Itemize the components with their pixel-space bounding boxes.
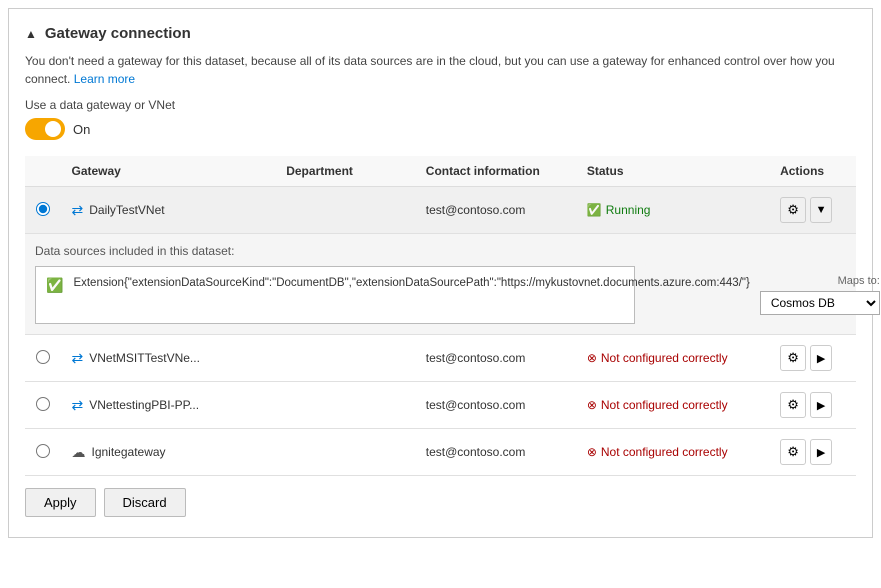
gear-button[interactable]: ⚙ xyxy=(780,439,806,465)
gateway-name-label: DailyTestVNet xyxy=(89,203,164,217)
expand-button[interactable]: ▶ xyxy=(810,392,832,418)
footer-actions: Apply Discard xyxy=(25,476,856,521)
datasource-box: ✅ Extension{"extensionDataSourceKind":"D… xyxy=(35,266,635,324)
col-department: Department xyxy=(276,156,416,187)
maps-to-label: Maps to: xyxy=(838,275,880,287)
department-cell xyxy=(276,429,416,476)
collapse-icon[interactable]: ▲ xyxy=(25,27,37,41)
col-contact: Contact information xyxy=(416,156,577,187)
col-actions: Actions xyxy=(770,156,856,187)
status-error: ⊗ Not configured correctly xyxy=(587,398,760,412)
status-cell: ✅ Running xyxy=(577,187,770,234)
table-row: ⇄ DailyTestVNet test@contoso.com ✅ Runni… xyxy=(25,187,856,234)
gateway-name-cell: ☁ Ignitegateway xyxy=(62,429,277,476)
error-icon: ⊗ xyxy=(587,351,597,365)
gateway-name-cell: ⇄ DailyTestVNet xyxy=(62,187,277,234)
error-icon: ⊗ xyxy=(587,445,597,459)
table-row: ⇄ VNetMSITTestVNe... test@contoso.com ⊗ … xyxy=(25,335,856,382)
actions-group: ⚙ ▶ xyxy=(780,439,846,465)
gear-button[interactable]: ⚙ xyxy=(780,392,806,418)
datasource-label: Data sources included in this dataset: xyxy=(35,244,846,258)
table-header-row: Gateway Department Contact information S… xyxy=(25,156,856,187)
status-cell: ⊗ Not configured correctly xyxy=(577,429,770,476)
datasource-text: Extension{"extensionDataSourceKind":"Doc… xyxy=(73,275,749,292)
table-row: ☁ Ignitegateway test@contoso.com ⊗ Not c… xyxy=(25,429,856,476)
actions-group: ⚙ ▼ xyxy=(780,197,846,223)
contact-cell: test@contoso.com xyxy=(416,429,577,476)
running-check-icon: ✅ xyxy=(587,203,602,217)
status-running: ✅ Running xyxy=(587,203,760,217)
ds-check-icon: ✅ xyxy=(46,277,63,294)
col-gateway: Gateway xyxy=(62,156,277,187)
gateway-name-label: Ignitegateway xyxy=(92,445,166,459)
contact-cell: test@contoso.com xyxy=(416,335,577,382)
maps-to-select[interactable]: Cosmos DB DocumentDB xyxy=(760,291,880,315)
vnet-icon: ⇄ xyxy=(72,350,84,367)
row-radio-cell[interactable] xyxy=(25,187,62,234)
actions-group: ⚙ ▶ xyxy=(780,345,846,371)
panel-description: You don't need a gateway for this datase… xyxy=(25,52,856,88)
col-status: Status xyxy=(577,156,770,187)
status-cell: ⊗ Not configured correctly xyxy=(577,382,770,429)
apply-button[interactable]: Apply xyxy=(25,488,96,517)
gateway-radio[interactable] xyxy=(36,444,50,458)
gear-button[interactable]: ⚙ xyxy=(780,345,806,371)
row-radio-cell[interactable] xyxy=(25,429,62,476)
toggle-row: On xyxy=(25,118,856,140)
toggle-thumb xyxy=(45,121,61,137)
gateway-name: ⇄ VNettestingPBI-PP... xyxy=(72,397,267,414)
gateway-name: ⇄ DailyTestVNet xyxy=(72,202,267,219)
row-radio-cell[interactable] xyxy=(25,382,62,429)
gateway-name-cell: ⇄ VNetMSITTestVNe... xyxy=(62,335,277,382)
actions-cell: ⚙ ▶ xyxy=(770,429,856,476)
gateway-radio[interactable] xyxy=(36,397,50,411)
status-error: ⊗ Not configured correctly xyxy=(587,351,760,365)
gateway-name: ☁ Ignitegateway xyxy=(72,444,267,461)
vnet-icon: ⇄ xyxy=(72,202,84,219)
gateway-toggle[interactable] xyxy=(25,118,65,140)
actions-group: ⚙ ▶ xyxy=(780,392,846,418)
col-select xyxy=(25,156,62,187)
status-cell: ⊗ Not configured correctly xyxy=(577,335,770,382)
gateway-radio[interactable] xyxy=(36,350,50,364)
gateway-name-label: VNettestingPBI-PP... xyxy=(89,398,199,412)
expand-button[interactable]: ▶ xyxy=(810,439,832,465)
gear-button[interactable]: ⚙ xyxy=(780,197,806,223)
department-cell xyxy=(276,382,416,429)
vnet-icon: ⇄ xyxy=(72,397,84,414)
gateway-connection-panel: ▲ Gateway connection You don't need a ga… xyxy=(8,8,873,538)
panel-title: Gateway connection xyxy=(45,25,191,42)
contact-cell: test@contoso.com xyxy=(416,382,577,429)
actions-cell: ⚙ ▼ xyxy=(770,187,856,234)
status-error: ⊗ Not configured correctly xyxy=(587,445,760,459)
expanded-content: Data sources included in this dataset: ✅… xyxy=(25,234,856,335)
gateway-name-label: VNetMSITTestVNe... xyxy=(89,351,200,365)
expanded-row: Data sources included in this dataset: ✅… xyxy=(25,234,856,335)
panel-title-bar: ▲ Gateway connection xyxy=(25,25,856,42)
department-cell xyxy=(276,335,416,382)
actions-cell: ⚙ ▶ xyxy=(770,335,856,382)
expand-button[interactable]: ▶ xyxy=(810,345,832,371)
row-radio-cell[interactable] xyxy=(25,335,62,382)
expand-button[interactable]: ▼ xyxy=(810,197,832,223)
department-cell xyxy=(276,187,416,234)
gateway-name-cell: ⇄ VNettestingPBI-PP... xyxy=(62,382,277,429)
gateway-table: Gateway Department Contact information S… xyxy=(25,156,856,476)
gateway-radio[interactable] xyxy=(36,202,50,216)
gateway-name: ⇄ VNetMSITTestVNe... xyxy=(72,350,267,367)
discard-button[interactable]: Discard xyxy=(104,488,186,517)
error-icon: ⊗ xyxy=(587,398,597,412)
toggle-section-label: Use a data gateway or VNet xyxy=(25,98,856,112)
maps-to-block: Maps to: Cosmos DB DocumentDB xyxy=(760,275,880,315)
table-row: ⇄ VNettestingPBI-PP... test@contoso.com … xyxy=(25,382,856,429)
toggle-state-label: On xyxy=(73,122,90,137)
actions-cell: ⚙ ▶ xyxy=(770,382,856,429)
contact-cell: test@contoso.com xyxy=(416,187,577,234)
learn-more-link[interactable]: Learn more xyxy=(74,72,135,86)
cloud-upload-icon: ☁ xyxy=(72,444,86,461)
